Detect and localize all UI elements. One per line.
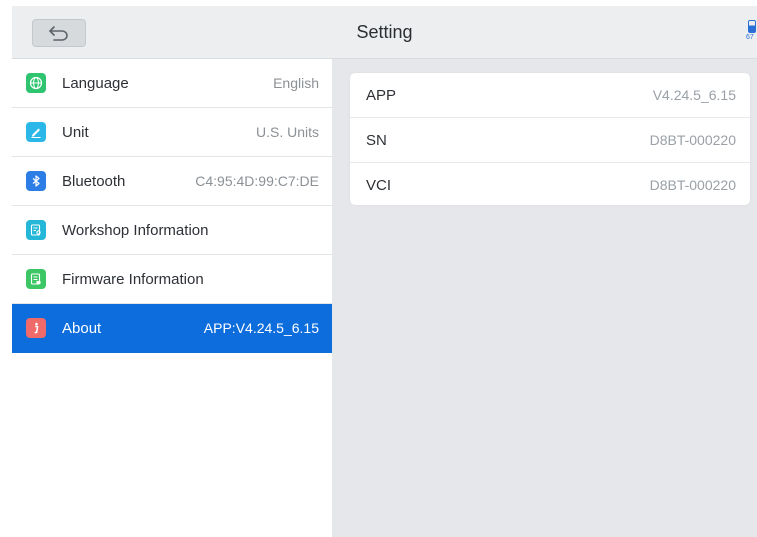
- info-row-vci: VCI D8BT-000220: [350, 163, 750, 207]
- info-key: APP: [366, 86, 397, 104]
- sidebar-item-unit[interactable]: Unit U.S. Units: [12, 108, 332, 157]
- sidebar-item-value: C4:95:4D:99:C7:DE: [195, 173, 319, 189]
- sidebar-item-language[interactable]: Language English: [12, 59, 332, 108]
- info-icon: [26, 318, 46, 338]
- info-key: SN: [366, 131, 387, 149]
- sidebar-item-firmware-information[interactable]: Firmware Information: [12, 255, 332, 304]
- battery-icon: 67: [746, 20, 757, 46]
- pencil-icon: [26, 122, 46, 142]
- about-info-panel: APP V4.24.5_6.15 SN D8BT-000220 VCI D8BT…: [350, 73, 750, 205]
- sidebar-item-bluetooth[interactable]: Bluetooth C4:95:4D:99:C7:DE: [12, 157, 332, 206]
- info-value: D8BT-000220: [649, 177, 736, 193]
- sidebar-item-about[interactable]: About APP:V4.24.5_6.15: [12, 304, 332, 353]
- sidebar-item-label: Firmware Information: [62, 270, 204, 288]
- firmware-document-icon: [26, 269, 46, 289]
- info-row-sn: SN D8BT-000220: [350, 118, 750, 163]
- sidebar-item-label: About: [62, 319, 102, 337]
- sidebar-item-value: U.S. Units: [255, 124, 319, 140]
- sidebar-item-value: APP:V4.24.5_6.15: [203, 320, 319, 336]
- header-bar: Setting 67: [12, 6, 757, 59]
- info-row-app: APP V4.24.5_6.15: [350, 73, 750, 118]
- globe-icon: [26, 73, 46, 93]
- info-value: V4.24.5_6.15: [652, 87, 736, 103]
- bluetooth-icon: [26, 171, 46, 191]
- info-key: VCI: [366, 176, 392, 194]
- sidebar-item-label: Bluetooth: [62, 172, 126, 190]
- settings-sidebar: Language English Unit U.S. Units Bluetoo…: [12, 59, 332, 537]
- document-search-icon: [26, 220, 46, 240]
- sidebar-item-value: English: [273, 75, 319, 91]
- sidebar-item-label: Language: [62, 74, 129, 92]
- sidebar-item-label: Unit: [62, 123, 89, 141]
- sidebar-item-workshop-information[interactable]: Workshop Information: [12, 206, 332, 255]
- page-title: Setting: [356, 22, 413, 42]
- sidebar-item-label: Workshop Information: [62, 221, 209, 239]
- settings-window: Setting 67 Language English Unit U.S. Un…: [12, 6, 757, 537]
- battery-level: 67: [746, 34, 754, 41]
- info-value: D8BT-000220: [649, 132, 736, 148]
